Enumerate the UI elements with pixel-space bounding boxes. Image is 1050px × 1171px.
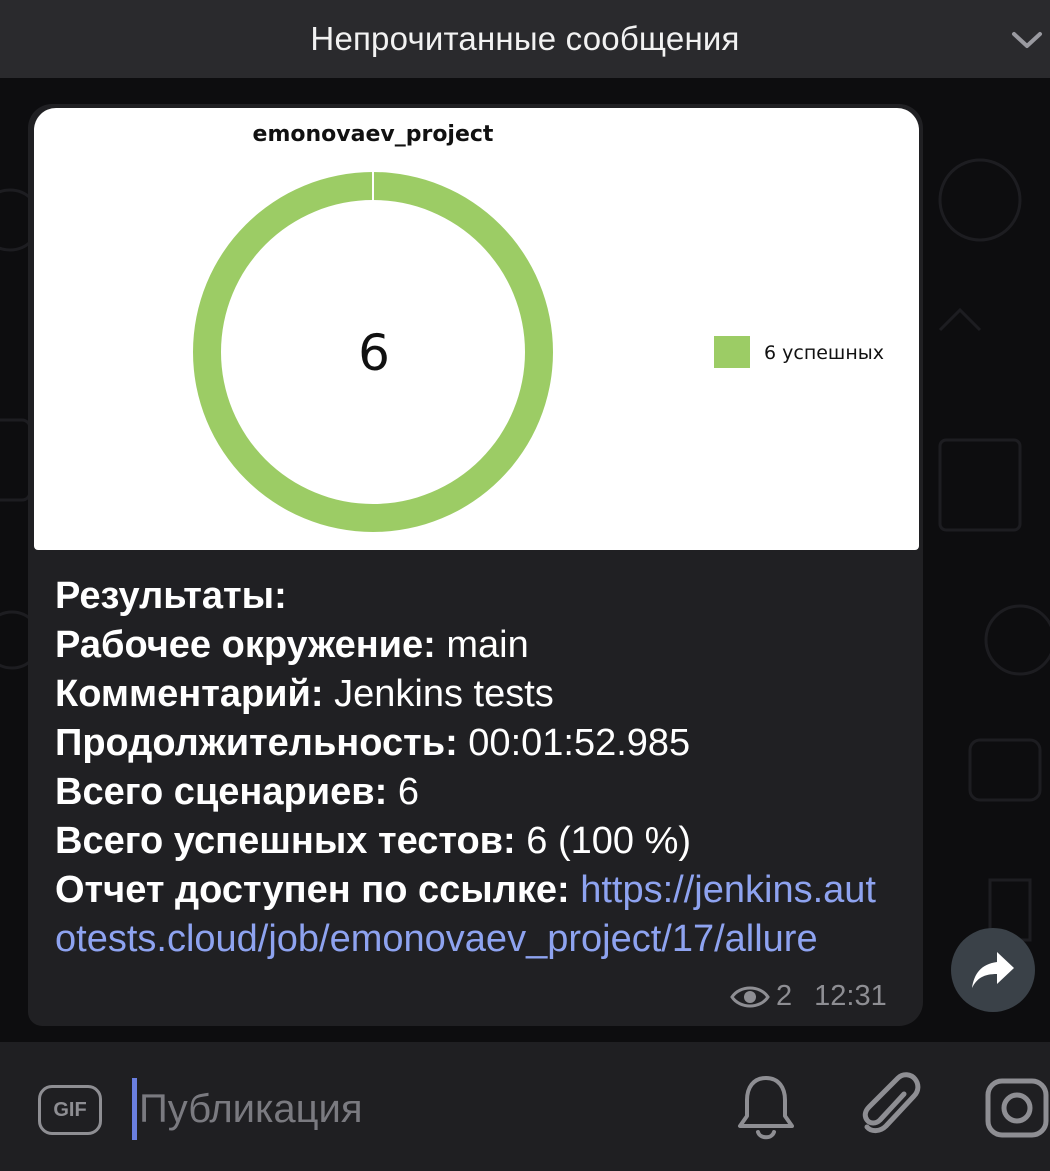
unread-messages-bar[interactable]: Непрочитанные сообщения xyxy=(0,0,1050,78)
text-caret xyxy=(132,1078,137,1140)
passed-value: 6 (100 %) xyxy=(526,820,692,862)
chart-image[interactable]: emonovaev_project 6 6 успешных xyxy=(34,108,919,550)
unread-messages-title: Непрочитанные сообщения xyxy=(310,20,740,57)
camera-icon[interactable] xyxy=(984,1075,1050,1141)
scenarios-line: Всего сценариев: 6 xyxy=(55,768,895,817)
duration-label: Продолжительность: xyxy=(55,722,458,764)
share-arrow-icon xyxy=(972,952,1014,988)
message-input[interactable] xyxy=(139,1078,699,1140)
chart-center-label: 6 xyxy=(358,324,390,382)
chevron-down-icon[interactable] xyxy=(1010,28,1044,52)
bell-icon[interactable] xyxy=(735,1072,797,1142)
passed-line: Всего успешных тестов: 6 (100 %) xyxy=(55,817,895,866)
share-button[interactable] xyxy=(951,928,1035,1012)
duration-value: 00:01:52.985 xyxy=(468,722,691,764)
message-time: 12:31 xyxy=(814,980,887,1012)
donut-chart: emonovaev_project 6 6 успешных xyxy=(193,122,884,532)
eye-icon xyxy=(730,986,770,1007)
env-value: main xyxy=(446,624,529,666)
chat-screen: Непрочитанные сообщения emonovaev_projec… xyxy=(0,0,1050,1171)
scenarios-value: 6 xyxy=(397,771,419,813)
report-label: Отчет доступен по ссылке: xyxy=(55,869,570,911)
comment-value: Jenkins tests xyxy=(334,673,554,715)
results-heading: Результаты: xyxy=(55,575,287,617)
chart-title: emonovaev_project xyxy=(253,122,494,147)
views-count: 2 xyxy=(776,980,793,1012)
scenarios-label: Всего сценариев: xyxy=(55,771,388,813)
gif-button[interactable]: GIF xyxy=(38,1085,102,1135)
legend-swatch-0 xyxy=(714,336,750,368)
paperclip-icon[interactable] xyxy=(858,1072,924,1142)
legend-label-0: 6 успешных xyxy=(764,342,884,364)
report-line: Отчет доступен по ссылке: https://jenkin… xyxy=(55,866,895,964)
comment-line: Комментарий: Jenkins tests xyxy=(55,670,895,719)
duration-line: Продолжительность: 00:01:52.985 xyxy=(55,719,895,768)
env-label: Рабочее окружение: xyxy=(55,624,436,666)
message-text: Результаты: Рабочее окружение: main Комм… xyxy=(55,572,895,964)
message-meta: 2 12:31 xyxy=(730,980,887,1013)
chart-legend: 6 успешных xyxy=(714,336,884,368)
passed-label: Всего успешных тестов: xyxy=(55,820,516,862)
comment-label: Комментарий: xyxy=(55,673,324,715)
env-line: Рабочее окружение: main xyxy=(55,621,895,670)
